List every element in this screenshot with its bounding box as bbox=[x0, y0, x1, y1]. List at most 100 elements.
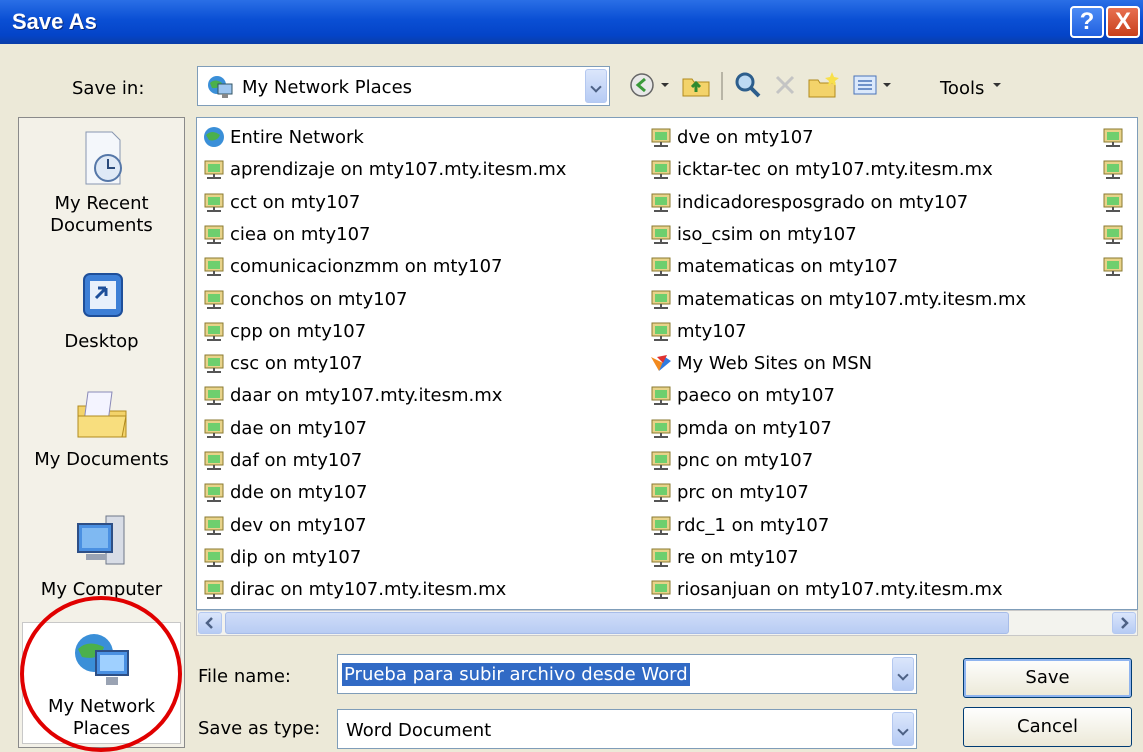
help-button[interactable]: ? bbox=[1070, 6, 1104, 38]
search-web-icon[interactable] bbox=[733, 70, 763, 100]
network-places-icon bbox=[74, 634, 129, 685]
network-share-icon[interactable] bbox=[1101, 190, 1125, 214]
save-as-dialog: Save As ? X Save in: My Network Places T… bbox=[0, 0, 1143, 752]
network-share-icon bbox=[651, 322, 671, 341]
file-item-label: cpp on mty107 bbox=[230, 320, 367, 342]
chevron-down-icon[interactable] bbox=[585, 69, 607, 103]
network-share-icon bbox=[204, 516, 224, 535]
file-item-label: conchos on mty107 bbox=[230, 288, 408, 310]
up-folder-icon[interactable] bbox=[680, 70, 712, 100]
save-as-type-dropdown[interactable]: Word Document bbox=[337, 709, 917, 749]
file-item-label: csc on mty107 bbox=[230, 353, 363, 375]
place-my-computer[interactable]: My Computer bbox=[19, 510, 184, 601]
file-item-label: cct on mty107 bbox=[230, 191, 361, 213]
network-share-icon bbox=[204, 322, 224, 341]
back-icon[interactable] bbox=[627, 70, 657, 100]
file-item-label: dae on mty107 bbox=[230, 417, 367, 439]
back-dropdown-icon[interactable] bbox=[658, 70, 672, 100]
network-places-icon bbox=[208, 76, 233, 98]
scroll-left-button[interactable] bbox=[198, 612, 222, 634]
save-as-type-label: Save as type: bbox=[198, 718, 321, 739]
my-computer-icon bbox=[76, 515, 124, 565]
file-item-label: pmda on mty107 bbox=[677, 417, 832, 439]
file-item-label: dve on mty107 bbox=[677, 127, 814, 148]
close-button[interactable]: X bbox=[1106, 6, 1140, 38]
file-name-input[interactable]: Prueba para subir archivo desde Word bbox=[337, 654, 917, 694]
file-item-label: daar on mty107.mty.itesm.mx bbox=[230, 385, 503, 407]
network-share-icon bbox=[651, 580, 671, 600]
file-item-label: dip on mty107 bbox=[230, 546, 362, 568]
network-share-icon bbox=[204, 290, 224, 309]
network-share-icon bbox=[651, 386, 671, 406]
network-share-icon bbox=[651, 548, 671, 567]
file-item-label: re on mty107 bbox=[677, 546, 799, 568]
views-dropdown-icon[interactable] bbox=[880, 70, 894, 100]
network-share-icon bbox=[204, 580, 224, 600]
network-share-icon bbox=[651, 128, 671, 147]
network-share-icon bbox=[651, 290, 671, 309]
network-share-icon bbox=[204, 225, 224, 244]
network-share-icon bbox=[651, 225, 671, 244]
file-item-label: matematicas on mty107.mty.itesm.mx bbox=[677, 288, 1027, 310]
file-item-label: rdc_1 on mty107 bbox=[677, 514, 830, 536]
file-item-label: paeco on mty107 bbox=[677, 385, 835, 407]
file-item-label: indicadoresposgrado on mty107 bbox=[677, 191, 969, 213]
place-my-network-places[interactable]: My Network Places bbox=[22, 622, 181, 744]
network-share-icon bbox=[204, 483, 224, 503]
dialog-title: Save As bbox=[12, 9, 97, 34]
file-list[interactable]: Entire Network aprendizaje on mty107.mty.… bbox=[196, 117, 1138, 610]
save-button[interactable]: Save bbox=[963, 658, 1132, 698]
chevron-down-icon[interactable] bbox=[892, 657, 914, 691]
place-my-documents[interactable]: My Documents bbox=[19, 384, 184, 471]
save-in-dropdown[interactable]: My Network Places bbox=[197, 66, 610, 106]
network-share-icon[interactable] bbox=[1101, 222, 1125, 246]
network-share-icon bbox=[651, 516, 671, 535]
views-icon[interactable] bbox=[850, 70, 880, 100]
network-share-icon[interactable] bbox=[1101, 125, 1125, 149]
file-item-label: pnc on mty107 bbox=[677, 450, 814, 471]
file-item-label: daf on mty107 bbox=[230, 450, 363, 471]
new-folder-icon[interactable] bbox=[806, 70, 840, 100]
scroll-thumb[interactable] bbox=[225, 612, 1009, 634]
network-share-icon bbox=[204, 354, 224, 374]
network-share-icon bbox=[204, 451, 224, 470]
network-share-icon bbox=[204, 419, 224, 438]
chevron-right-icon bbox=[1121, 617, 1129, 629]
network-share-icon[interactable] bbox=[1101, 254, 1125, 278]
save-in-label: Save in: bbox=[72, 78, 145, 99]
network-share-icon bbox=[651, 193, 671, 212]
network-share-icon[interactable] bbox=[1101, 157, 1125, 181]
msn-web-sites-icon bbox=[651, 355, 671, 372]
file-item-label: mty107 bbox=[677, 320, 747, 342]
tools-dropdown-icon[interactable] bbox=[990, 70, 1004, 100]
place-desktop[interactable]: Desktop bbox=[19, 268, 184, 353]
place-my-recent-documents[interactable]: My Recent Documents bbox=[19, 128, 184, 237]
title-bar[interactable]: Save As ? X bbox=[0, 0, 1143, 44]
scroll-right-button[interactable] bbox=[1112, 612, 1136, 634]
network-share-icon bbox=[204, 548, 224, 567]
file-item-label: dde on mty107 bbox=[230, 482, 368, 504]
network-share-icon bbox=[651, 160, 671, 180]
desktop-icon bbox=[82, 273, 123, 317]
file-item-label: iso_csim on mty107 bbox=[677, 223, 857, 245]
tools-menu[interactable]: Tools bbox=[940, 78, 984, 99]
network-share-icon bbox=[204, 193, 224, 212]
file-name-label: File name: bbox=[198, 666, 291, 687]
file-item-label: dev on mty107 bbox=[230, 514, 367, 536]
toolbar-separator bbox=[721, 72, 723, 100]
horizontal-scrollbar[interactable] bbox=[196, 610, 1138, 636]
my-documents-icon bbox=[77, 391, 127, 438]
network-share-icon bbox=[651, 483, 671, 503]
file-item-label: aprendizaje on mty107.mty.itesm.mx bbox=[230, 159, 567, 181]
file-item-label: dirac on mty107.mty.itesm.mx bbox=[230, 579, 507, 601]
network-share-icon bbox=[651, 257, 671, 277]
file-item-label: comunicacionzmm on mty107 bbox=[230, 256, 503, 278]
cancel-button[interactable]: Cancel bbox=[963, 707, 1132, 747]
save-in-value: My Network Places bbox=[242, 77, 413, 98]
network-share-icon bbox=[204, 386, 224, 406]
chevron-down-icon[interactable] bbox=[892, 712, 914, 746]
file-item-label: My Web Sites on MSN bbox=[677, 353, 873, 375]
file-item-label: riosanjuan on mty107.mty.itesm.mx bbox=[677, 579, 1003, 601]
network-share-icon bbox=[204, 257, 224, 277]
delete-icon[interactable] bbox=[771, 70, 799, 100]
